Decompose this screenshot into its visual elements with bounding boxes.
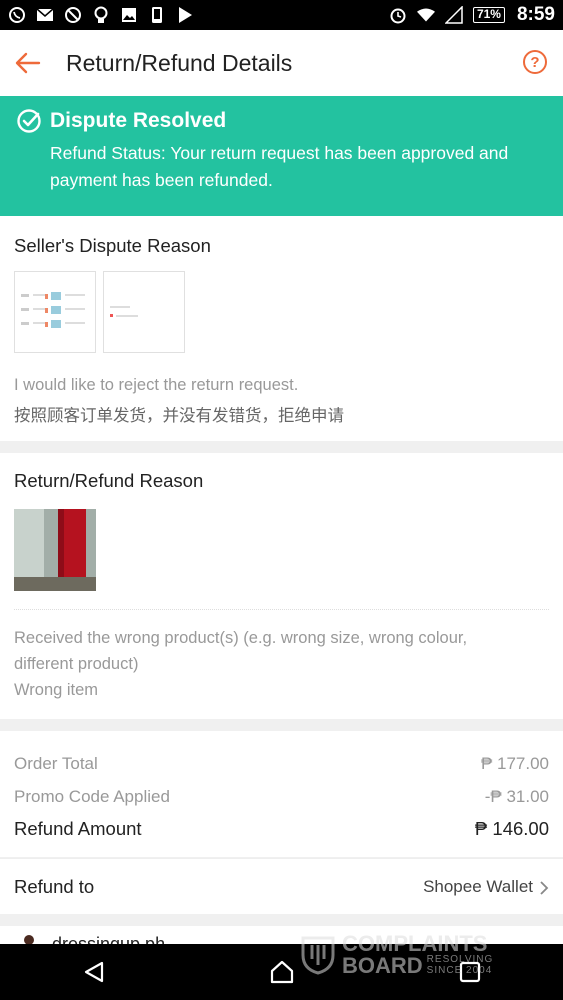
blocked-icon <box>64 6 82 24</box>
refund-reason-line-2: different product) <box>14 655 139 673</box>
seller-evidence-image-1[interactable] <box>14 271 96 353</box>
alarm-icon <box>389 6 407 24</box>
screenshot-thumbnail-icon <box>21 292 85 328</box>
seller-evidence-image-2[interactable] <box>103 271 185 353</box>
battery-icon: 71% <box>472 7 505 23</box>
shield-icon <box>301 936 335 975</box>
watermark: COMPLAINTS BOARD RESOLVING SINCE 2004 <box>300 931 494 978</box>
promo-code-value: -₱ 31.00 <box>484 787 549 806</box>
phone-icon <box>148 6 166 24</box>
page-title: Return/Refund Details <box>66 49 293 76</box>
watermark-line-2: BOARD <box>342 953 423 978</box>
refund-to-label: Refund to <box>14 876 95 897</box>
arrow-left-icon <box>15 52 41 74</box>
watermark-text: COMPLAINTS BOARD RESOLVING SINCE 2004 <box>342 931 494 978</box>
status-bar-left <box>8 6 194 24</box>
order-total-value: ₱ 177.00 <box>480 754 549 773</box>
back-button[interactable] <box>0 30 56 96</box>
viber-icon <box>8 6 26 24</box>
buyer-evidence-image[interactable] <box>14 509 96 591</box>
seller-dispute-title: Seller's Dispute Reason <box>14 235 211 256</box>
clock: 8:59 <box>516 4 555 25</box>
status-bar-right: 71% 8:59 <box>389 4 555 26</box>
refund-reason-section: Return/Refund Reason Received the wrong … <box>0 453 563 719</box>
photo-thumbnail-icon <box>14 509 96 591</box>
chevron-right-icon <box>540 881 549 895</box>
watermark-tag-2: SINCE 2004 <box>426 965 493 976</box>
refund-to-value: Shopee Wallet <box>423 877 533 896</box>
back-nav-button[interactable] <box>82 960 106 984</box>
banner-header: Dispute Resolved <box>16 108 547 134</box>
home-nav-button[interactable] <box>269 960 295 984</box>
bulb-icon <box>92 6 110 24</box>
app-header: Return/Refund Details ? <box>0 30 563 96</box>
screenshot-thumbnail-icon <box>110 306 138 317</box>
status-bar: 71% 8:59 <box>0 0 563 30</box>
seller-reason-text: I would like to reject the return reques… <box>14 376 299 394</box>
image-icon <box>120 6 138 24</box>
refund-status-text: Refund Status: Your return request has b… <box>50 143 509 190</box>
promo-code-label: Promo Code Applied <box>14 787 170 806</box>
promo-code-row: Promo Code Applied -₱ 31.00 <box>14 787 549 807</box>
check-circle-icon <box>17 109 41 133</box>
watermark-tag-1: RESOLVING <box>426 954 494 965</box>
watermark-line-2-row: BOARD RESOLVING SINCE 2004 <box>342 953 494 978</box>
mail-icon <box>36 6 54 24</box>
refund-reason-detail: Wrong item <box>14 681 99 699</box>
refund-reason-line-1: Received the wrong product(s) (e.g. wron… <box>14 629 468 647</box>
refund-summary-section: Order Total ₱ 177.00 Promo Code Applied … <box>0 731 563 857</box>
refund-reason-title: Return/Refund Reason <box>14 470 204 491</box>
watermark-line-1: COMPLAINTS <box>342 931 488 956</box>
order-total-row: Order Total ₱ 177.00 <box>14 754 549 774</box>
wifi-icon <box>416 6 435 24</box>
watermark-tagline: RESOLVING SINCE 2004 <box>427 954 494 976</box>
screen: 71% 8:59 Return/Refund Details ? Dispute… <box>0 0 563 1000</box>
refund-amount-row: Refund Amount ₱ 146.00 <box>14 818 549 840</box>
refund-amount-value: ₱ 146.00 <box>474 818 549 839</box>
play-store-icon <box>176 6 194 24</box>
divider <box>14 609 549 610</box>
banner-title: Dispute Resolved <box>50 109 227 132</box>
order-total-label: Order Total <box>14 754 98 773</box>
signal-icon <box>444 6 463 24</box>
refund-amount-label: Refund Amount <box>14 818 142 839</box>
seller-dispute-section: Seller's Dispute Reason I would like to … <box>0 216 563 441</box>
seller-reason-chinese-text: 按照顾客订单发货，并没有发错货，拒绝申请 <box>14 407 344 425</box>
refund-to-row[interactable]: Refund to Shopee Wallet <box>0 858 563 914</box>
dispute-status-banner: Dispute Resolved Refund Status: Your ret… <box>0 96 563 216</box>
help-button[interactable]: ? <box>523 50 547 74</box>
